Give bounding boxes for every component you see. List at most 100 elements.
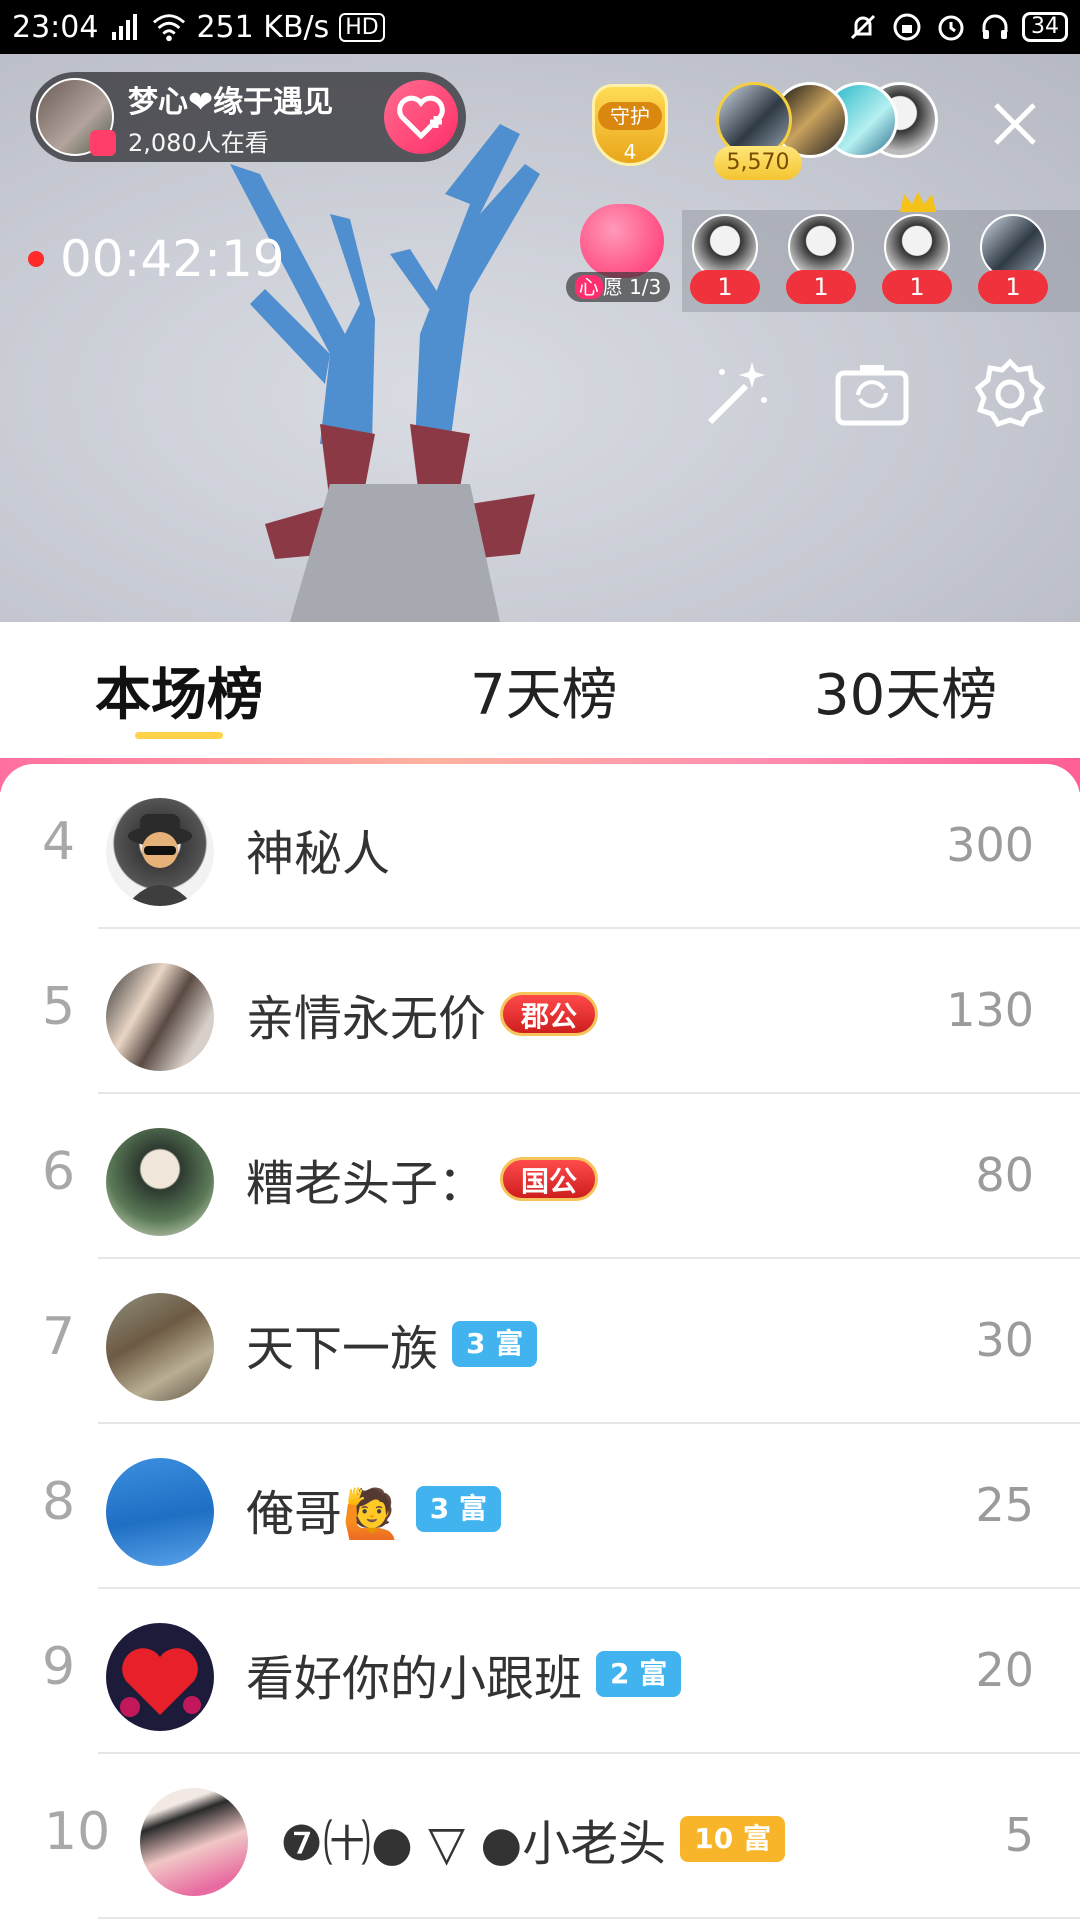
list-item[interactable]: 7 天下一族 3 富 30 bbox=[0, 1259, 1080, 1424]
rich-level-badge: 2 富 bbox=[596, 1651, 682, 1697]
username-text: 神秘人 bbox=[246, 826, 391, 882]
username: ❼㈩● ▽ ●小老头 10 富 bbox=[280, 1804, 785, 1874]
score: 20 bbox=[975, 1643, 1034, 1697]
mystery-person-icon bbox=[126, 814, 194, 906]
username-text: ❼㈩● ▽ ●小老头 bbox=[280, 1816, 667, 1872]
avatar[interactable] bbox=[106, 963, 214, 1071]
guard-label: 守护 bbox=[598, 102, 662, 130]
username-text: 俺哥🙋 bbox=[246, 1486, 402, 1542]
heart-icon bbox=[120, 1648, 201, 1717]
recording-dot-icon bbox=[28, 251, 44, 267]
avatar[interactable] bbox=[140, 1788, 248, 1896]
beauty-magic-button[interactable] bbox=[698, 354, 778, 434]
tab-30-days[interactable]: 30天榜 bbox=[814, 650, 997, 731]
viewer-count: 2,080人在看 bbox=[128, 128, 269, 157]
gift-count: 1 bbox=[786, 270, 856, 304]
noble-badge: 国公 bbox=[500, 1157, 599, 1201]
gift-sender[interactable]: 1 bbox=[882, 192, 952, 306]
gift-sender[interactable]: 1 bbox=[690, 214, 760, 306]
list-item[interactable]: 10 ❼㈩● ▽ ●小老头 10 富 5 bbox=[0, 1754, 1080, 1919]
settings-button[interactable] bbox=[970, 354, 1050, 434]
score: 80 bbox=[975, 1148, 1034, 1202]
clock: 23:04 bbox=[12, 9, 99, 45]
rank-number: 9 bbox=[42, 1637, 76, 1697]
avatar[interactable] bbox=[106, 798, 214, 906]
gift-sender[interactable]: 1 bbox=[786, 214, 856, 306]
username-text: 糟老头子： bbox=[246, 1156, 487, 1212]
live-timer: 00:42:19 bbox=[28, 230, 285, 288]
leaderboard-tabs: 本场榜 7天榜 30天榜 bbox=[0, 622, 1080, 758]
username: 神秘人 bbox=[246, 814, 390, 884]
username: 亲情永无价 郡公 bbox=[246, 979, 599, 1049]
wifi-icon bbox=[152, 10, 186, 44]
tab-7-days[interactable]: 7天榜 bbox=[470, 650, 618, 731]
live-video-area[interactable]: 梦心❤缘于遇见 2,080人在看 守护 4 5,570 00:42:19 心愿 … bbox=[0, 54, 1080, 622]
score: 130 bbox=[946, 983, 1034, 1037]
avatar[interactable] bbox=[106, 1128, 214, 1236]
username: 俺哥🙋 3 富 bbox=[246, 1474, 502, 1544]
wish-prefix: 心 bbox=[574, 275, 603, 299]
close-button[interactable] bbox=[985, 94, 1045, 154]
score: 30 bbox=[975, 1313, 1034, 1367]
headphones-icon bbox=[978, 10, 1012, 44]
rotation-lock-icon bbox=[890, 10, 924, 44]
hd-voice-indicator: HD bbox=[339, 12, 385, 42]
gift-senders-strip[interactable]: 1 1 1 1 bbox=[682, 192, 1080, 312]
top-viewers-stack[interactable]: 5,570 bbox=[712, 82, 952, 180]
wish-button[interactable]: 心愿 1/3 bbox=[566, 204, 676, 304]
timer-text: 00:42:19 bbox=[60, 230, 285, 288]
list-item[interactable]: 6 糟老头子： 国公 80 bbox=[0, 1094, 1080, 1259]
gear-icon bbox=[974, 358, 1046, 428]
score: 5 bbox=[1004, 1808, 1034, 1862]
username: 天下一族 3 富 bbox=[246, 1309, 538, 1379]
mute-bell-icon bbox=[846, 10, 880, 44]
avatar[interactable] bbox=[106, 1293, 214, 1401]
camera-switch-icon bbox=[835, 365, 909, 426]
live-badge-icon bbox=[90, 130, 116, 156]
host-info-pill[interactable]: 梦心❤缘于遇见 2,080人在看 bbox=[30, 72, 466, 162]
status-bar: 23:04 251 KB/s HD 34 bbox=[0, 0, 1080, 54]
username-text: 天下一族 bbox=[246, 1321, 439, 1377]
guard-count: 4 bbox=[623, 140, 637, 164]
divider bbox=[98, 1917, 1080, 1919]
avatar[interactable] bbox=[106, 1458, 214, 1566]
gift-count: 1 bbox=[690, 270, 760, 304]
rank-number: 7 bbox=[42, 1307, 76, 1367]
active-tab-indicator bbox=[135, 732, 223, 739]
alarm-icon bbox=[934, 10, 968, 44]
list-item[interactable]: 5 亲情永无价 郡公 130 bbox=[0, 929, 1080, 1094]
rank-number: 4 bbox=[42, 812, 76, 872]
magic-wand-icon bbox=[707, 362, 767, 425]
noble-badge: 郡公 bbox=[500, 992, 599, 1036]
tab-this-session[interactable]: 本场榜 bbox=[95, 650, 263, 731]
leaderboard-list: 4 神秘人 300 5 亲情永无价 郡公 130 6 糟老头子： 国公 80 7 bbox=[0, 764, 1080, 1920]
top-viewer-badge: 5,570 bbox=[714, 146, 802, 180]
username-text: 亲情永无价 bbox=[246, 991, 487, 1047]
network-speed: 251 KB/s bbox=[196, 9, 330, 45]
rank-number: 8 bbox=[42, 1472, 76, 1532]
gift-count: 1 bbox=[978, 270, 1048, 304]
rank-number: 10 bbox=[44, 1802, 111, 1862]
rank-number: 6 bbox=[42, 1142, 76, 1202]
close-icon bbox=[994, 103, 1036, 145]
score: 25 bbox=[975, 1478, 1034, 1532]
host-name: 梦心❤缘于遇见 bbox=[128, 84, 334, 120]
heart-face-icon bbox=[580, 204, 664, 278]
host-avatar[interactable] bbox=[36, 78, 116, 156]
battery-indicator: 34 bbox=[1022, 12, 1068, 42]
rank-number: 5 bbox=[42, 977, 76, 1037]
gift-count: 1 bbox=[882, 270, 952, 304]
gift-sender[interactable]: 1 bbox=[978, 214, 1048, 306]
guard-button[interactable]: 守护 4 bbox=[584, 78, 676, 178]
list-item[interactable]: 8 俺哥🙋 3 富 25 bbox=[0, 1424, 1080, 1589]
rich-level-badge: 10 富 bbox=[680, 1816, 785, 1862]
rich-level-badge: 3 富 bbox=[452, 1321, 538, 1367]
follow-heart-button[interactable] bbox=[384, 80, 458, 154]
wish-label: 愿 1/3 bbox=[602, 275, 662, 299]
username: 看好你的小跟班 2 富 bbox=[246, 1639, 682, 1709]
list-item[interactable]: 4 神秘人 300 bbox=[0, 764, 1080, 929]
avatar[interactable] bbox=[106, 1623, 214, 1731]
username-text: 看好你的小跟班 bbox=[246, 1651, 583, 1707]
list-item[interactable]: 9 看好你的小跟班 2 富 20 bbox=[0, 1589, 1080, 1754]
switch-camera-button[interactable] bbox=[832, 354, 912, 434]
